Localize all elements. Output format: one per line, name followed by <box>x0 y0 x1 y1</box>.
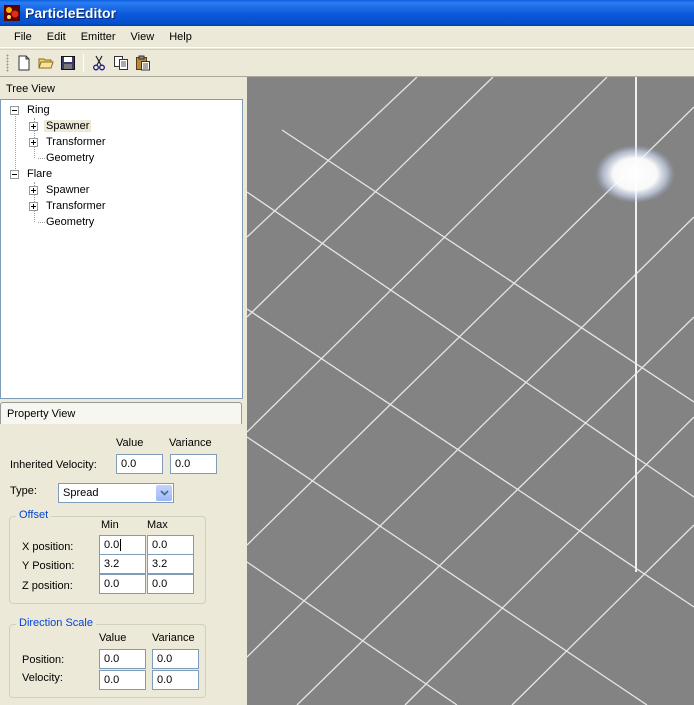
direction-scale-group: Direction Scale Value Variance Position:… <box>9 617 206 698</box>
type-label: Type: <box>10 485 37 497</box>
3d-viewport[interactable] <box>247 77 694 705</box>
collapse-icon[interactable] <box>10 169 19 179</box>
tree-node-label: Transformer <box>46 136 106 148</box>
x-position-max-input[interactable]: 0.0 <box>147 535 194 555</box>
y-position-label: Y Position: <box>22 560 75 572</box>
tree-view[interactable]: Ring Spawner Transformer Geometry Flare … <box>0 99 243 399</box>
offset-group-title: Offset <box>16 509 52 521</box>
cut-button[interactable] <box>88 52 110 74</box>
direction-position-variance-input[interactable]: 0.0 <box>152 649 199 669</box>
toolbar-separator <box>83 54 84 72</box>
open-button[interactable] <box>35 52 57 74</box>
tree-node-flare-spawner[interactable]: Spawner <box>29 182 91 198</box>
chevron-down-icon[interactable] <box>156 485 172 501</box>
tree-node-label: Transformer <box>46 200 106 212</box>
z-position-max-input[interactable]: 0.0 <box>147 574 194 594</box>
tree-node-flare-transformer[interactable]: Transformer <box>29 198 108 214</box>
direction-velocity-value-input[interactable]: 0.0 <box>99 670 146 690</box>
tree-node-ring-geometry[interactable]: Geometry <box>44 150 96 166</box>
cut-icon <box>93 55 105 71</box>
menu-file[interactable]: File <box>8 29 38 45</box>
save-button[interactable] <box>57 52 79 74</box>
expand-icon[interactable] <box>29 201 38 211</box>
menu-bar: File Edit Emitter View Help <box>0 26 694 48</box>
inherited-velocity-value-input[interactable]: 0.0 <box>116 454 163 474</box>
tree-view-header: Tree View <box>6 83 55 95</box>
tree-node-ring[interactable]: Ring <box>10 102 52 118</box>
tree-node-label: Geometry <box>46 216 95 228</box>
new-file-icon <box>18 55 30 71</box>
expand-icon[interactable] <box>29 137 38 147</box>
save-icon <box>61 56 75 70</box>
collapse-icon[interactable] <box>10 105 19 115</box>
x-position-min-input[interactable]: 0.0 <box>99 535 146 555</box>
property-view: Value Variance Inherited Velocity: 0.0 0… <box>0 424 244 705</box>
copy-icon <box>114 56 128 70</box>
paste-button[interactable] <box>132 52 154 74</box>
y-position-max-input[interactable]: 3.2 <box>147 554 194 574</box>
toolbar <box>0 49 694 77</box>
tree-node-label: Ring <box>27 104 50 116</box>
y-position-min-input[interactable]: 3.2 <box>99 554 146 574</box>
z-position-min-input[interactable]: 0.0 <box>99 574 146 594</box>
direction-scale-group-title: Direction Scale <box>16 617 96 629</box>
tab-property-view[interactable]: Property View <box>0 402 242 424</box>
type-select-value: Spread <box>63 487 99 499</box>
toolbar-grip[interactable] <box>6 54 9 72</box>
new-file-button[interactable] <box>13 52 35 74</box>
viewport-scene <box>247 77 694 705</box>
text-cursor <box>120 539 122 552</box>
direction-velocity-variance-input[interactable]: 0.0 <box>152 670 199 690</box>
tree-node-label: Geometry <box>46 152 95 164</box>
x-position-min-value: 0.0 <box>104 539 120 551</box>
column-header-min: Min <box>101 519 119 531</box>
expand-icon[interactable] <box>29 185 38 195</box>
menu-emitter[interactable]: Emitter <box>75 29 122 45</box>
tree-node-flare[interactable]: Flare <box>10 166 54 182</box>
offset-group: Offset Min Max X position: 0.0 0.0 Y Pos… <box>9 509 206 604</box>
window-title: ParticleEditor <box>25 5 117 21</box>
inherited-velocity-label: Inherited Velocity: <box>10 459 97 471</box>
open-folder-icon <box>38 58 54 69</box>
x-position-label: X position: <box>22 541 74 553</box>
type-select[interactable]: Spread <box>58 483 174 503</box>
app-icon <box>4 5 20 21</box>
expand-icon[interactable] <box>29 121 38 131</box>
direction-position-label: Position: <box>22 654 65 666</box>
tree-node-label: Spawner <box>44 120 92 132</box>
direction-position-value-input[interactable]: 0.0 <box>99 649 146 669</box>
tree-node-ring-spawner[interactable]: Spawner <box>29 118 92 134</box>
paste-icon <box>136 55 150 71</box>
tree-node-label: Spawner <box>46 184 90 196</box>
column-header-max: Max <box>147 519 168 531</box>
tree-node-label: Flare <box>27 168 53 180</box>
z-position-label: Z position: <box>22 580 73 592</box>
tree-node-ring-transformer[interactable]: Transformer <box>29 134 108 150</box>
tree-node-flare-geometry[interactable]: Geometry <box>44 214 96 230</box>
direction-velocity-label: Velocity: <box>22 672 63 684</box>
column-header-value: Value <box>116 437 144 449</box>
menu-view[interactable]: View <box>125 29 161 45</box>
menu-help[interactable]: Help <box>163 29 198 45</box>
title-bar[interactable]: ParticleEditor <box>0 0 694 26</box>
column-header-variance: Variance <box>152 632 195 644</box>
inherited-velocity-variance-input[interactable]: 0.0 <box>170 454 217 474</box>
copy-button[interactable] <box>110 52 132 74</box>
menu-edit[interactable]: Edit <box>41 29 72 45</box>
column-header-variance: Variance <box>169 437 212 449</box>
particle-flare <box>595 145 675 203</box>
column-header-value: Value <box>99 632 127 644</box>
